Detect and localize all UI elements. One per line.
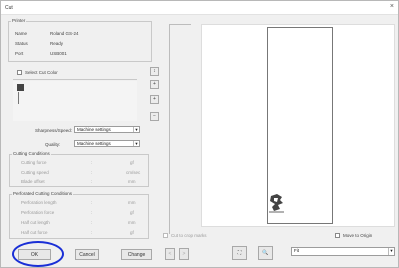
perforation-force-unit: gf <box>130 210 134 215</box>
printer-group-label: Printer <box>11 18 27 23</box>
cancel-button[interactable]: Cancel <box>75 249 99 260</box>
cut-crop-marks-checkbox[interactable] <box>163 233 168 238</box>
half-cut-length-label: Half cut length <box>21 220 50 225</box>
chevron-down-icon: ▼ <box>133 141 139 146</box>
cut-color-list[interactable] <box>13 81 137 121</box>
side-button-remove[interactable]: − <box>150 112 159 121</box>
preview-canvas[interactable] <box>201 24 395 227</box>
preview-vertical-divider <box>169 24 170 234</box>
nav-prev-button[interactable]: < <box>165 248 175 260</box>
cutting-speed-unit: cm/sec <box>126 170 141 175</box>
preview-top-line <box>169 24 191 25</box>
title-bar: Cut × <box>1 1 398 15</box>
design-thumbnail-icon <box>269 194 284 213</box>
printer-status-value: Ready <box>50 41 64 46</box>
select-cut-color-checkbox[interactable] <box>17 70 22 75</box>
view-select-value: Fit <box>294 248 299 253</box>
zoom-button[interactable]: 🔍 <box>258 246 273 260</box>
chevron-down-icon: ▼ <box>133 127 139 132</box>
quality-select[interactable]: Machine settings ▼ <box>74 140 140 147</box>
perforation-length-sep: : <box>91 200 93 205</box>
half-cut-force-sep: : <box>91 230 93 235</box>
perforation-length-label: Perforation length <box>21 200 57 205</box>
cutting-force-sep: : <box>91 160 93 165</box>
sharpness-label: Sharpness/Speed: <box>35 128 73 133</box>
cutting-conditions-label: Cutting Conditions <box>12 151 51 156</box>
fit-page-icon: ⛶ <box>237 250 242 256</box>
move-to-origin-checkbox[interactable] <box>335 233 340 238</box>
perforation-force-label: Perforation force <box>21 210 55 215</box>
half-cut-length-sep: : <box>91 220 93 225</box>
quality-value: Machine settings <box>77 141 111 146</box>
side-button-add[interactable]: + <box>150 95 159 104</box>
cut-dialog: Cut × Printer Name Roland GS-24 Status R… <box>0 0 399 268</box>
window-title: Cut <box>5 5 13 11</box>
cutting-force-label: Cutting force <box>21 160 47 165</box>
half-cut-length-unit: mm <box>128 220 136 225</box>
perforation-length-unit: mm <box>128 200 136 205</box>
printer-status-label: Status <box>15 41 28 46</box>
cut-crop-marks-label: Cut to crop marks <box>171 233 207 238</box>
quality-label: Quality: <box>45 142 61 147</box>
half-cut-force-label: Half cut force <box>21 230 48 235</box>
printer-port-label: Port <box>15 51 24 56</box>
cut-color-swatch[interactable] <box>17 84 24 91</box>
blade-offset-unit: mm <box>128 179 136 184</box>
cutting-speed-sep: : <box>91 170 93 175</box>
cut-color-divider <box>13 79 137 80</box>
half-cut-force-unit: gf <box>130 230 134 235</box>
view-select[interactable]: Fit ▼ <box>291 247 395 256</box>
zoom-icon: 🔍 <box>262 250 269 256</box>
printer-group <box>8 21 152 62</box>
printer-name-label: Name <box>15 31 28 36</box>
printer-port-value: USB001 <box>50 51 67 56</box>
nav-next-button[interactable]: > <box>179 248 189 260</box>
side-button-move[interactable]: ↕ <box>150 67 159 76</box>
chevron-down-icon: ▼ <box>388 248 394 255</box>
sharpness-value: Machine settings <box>77 127 111 132</box>
change-button[interactable]: Change <box>121 249 152 260</box>
select-cut-color-label: Select Cut Color <box>25 70 58 75</box>
perforated-conditions-label: Perforated Cutting Conditions <box>12 191 74 196</box>
blade-offset-sep: : <box>91 179 93 184</box>
side-button-up[interactable]: + <box>150 80 159 89</box>
cutting-speed-label: Cutting speed <box>21 170 49 175</box>
move-to-origin-label: Move to Origin <box>343 233 373 238</box>
blade-offset-label: Blade offset <box>21 179 45 184</box>
printer-name-value: Roland GS-24 <box>50 31 79 36</box>
close-icon[interactable]: × <box>390 3 394 10</box>
list-caret <box>18 92 19 104</box>
fit-page-button[interactable]: ⛶ <box>232 246 247 260</box>
ok-highlight-circle <box>12 241 64 267</box>
sharpness-select[interactable]: Machine settings ▼ <box>74 126 140 133</box>
perforation-force-sep: : <box>91 210 93 215</box>
cutting-force-unit: gf <box>130 160 134 165</box>
